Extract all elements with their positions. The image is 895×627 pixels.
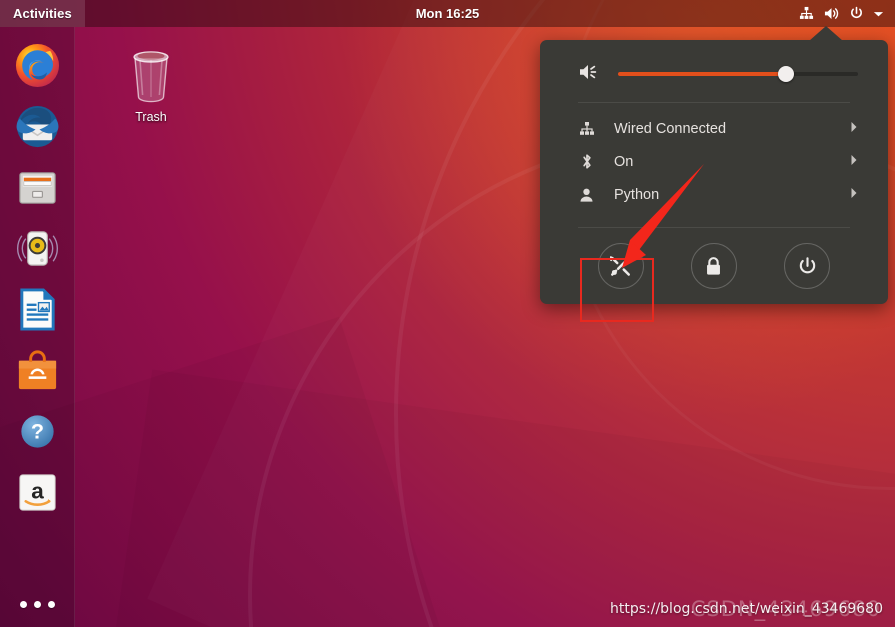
settings-tools-icon — [610, 255, 632, 276]
volume-slider[interactable] — [618, 65, 858, 83]
volume-icon — [823, 6, 840, 21]
dock-item-libreoffice-writer[interactable] — [7, 279, 67, 339]
lock-button[interactable] — [690, 243, 737, 289]
dock: ? a — [0, 27, 75, 627]
activities-button[interactable]: Activities — [0, 0, 85, 27]
settings-button[interactable] — [597, 243, 644, 289]
menu-item-bluetooth[interactable]: On — [540, 145, 888, 178]
activities-label: Activities — [13, 6, 72, 21]
dock-item-rhythmbox[interactable] — [7, 218, 67, 278]
chevron-right-icon — [850, 187, 858, 203]
volume-icon[interactable] — [578, 62, 600, 86]
power-icon — [799, 256, 815, 273]
thunderbird-icon — [16, 105, 58, 147]
volume-slider-fill — [618, 72, 786, 76]
lock-icon — [707, 256, 721, 275]
chevron-right-icon — [850, 154, 858, 170]
user-icon — [578, 187, 595, 203]
menu-item-user[interactable]: Python — [540, 178, 888, 211]
rhythmbox-icon — [16, 230, 58, 266]
dock-item-firefox[interactable] — [7, 35, 67, 95]
top-bar: Activities Mon 16:25 — [0, 0, 895, 27]
show-apps-dot — [47, 600, 55, 608]
menu-item-network[interactable]: Wired Connected — [540, 112, 888, 145]
ubuntu-software-icon — [18, 349, 56, 389]
dock-item-ubuntu-software[interactable] — [7, 340, 67, 400]
clock-label[interactable]: Mon 16:25 — [416, 6, 480, 21]
show-applications-button[interactable] — [7, 587, 67, 621]
firefox-icon — [15, 43, 59, 87]
help-icon: ? — [20, 414, 54, 448]
desktop-icon-trash[interactable]: Trash — [115, 42, 187, 128]
network-wired-icon — [799, 6, 814, 21]
system-menu-pointer — [809, 26, 843, 41]
desktop-icon-label: Trash — [135, 110, 167, 124]
system-menu-actions — [540, 228, 888, 304]
menu-item-label: Wired Connected — [614, 120, 727, 137]
status-menu-button[interactable] — [793, 0, 890, 27]
menu-item-label: Python — [614, 186, 660, 203]
libreoffice-writer-icon — [19, 287, 55, 331]
watermark-url: https://blog.csdn.net/weixin_43469680 — [609, 601, 883, 617]
files-icon — [18, 171, 56, 204]
show-apps-dot — [19, 600, 27, 608]
dock-item-thunderbird[interactable] — [7, 96, 67, 156]
trash-icon — [133, 51, 169, 103]
system-menu-panel: Wired Connected On Python — [540, 40, 888, 304]
svg-text:a: a — [31, 478, 44, 503]
power-icon — [849, 6, 864, 21]
chevron-right-icon — [850, 121, 858, 137]
volume-control-row — [540, 46, 888, 102]
dock-item-amazon[interactable]: a — [7, 462, 67, 522]
menu-item-label: On — [614, 153, 634, 170]
power-button[interactable] — [784, 243, 831, 289]
svg-text:?: ? — [30, 419, 43, 443]
dock-item-help[interactable]: ? — [7, 401, 67, 461]
volume-slider-handle[interactable] — [778, 66, 794, 82]
dock-item-files[interactable] — [7, 157, 67, 217]
network-wired-icon — [578, 121, 595, 137]
amazon-icon: a — [18, 473, 56, 511]
clock: Mon 16:25 — [0, 6, 895, 21]
chevron-down-icon — [873, 10, 884, 18]
show-apps-dot — [33, 600, 41, 608]
bluetooth-icon — [578, 153, 595, 170]
